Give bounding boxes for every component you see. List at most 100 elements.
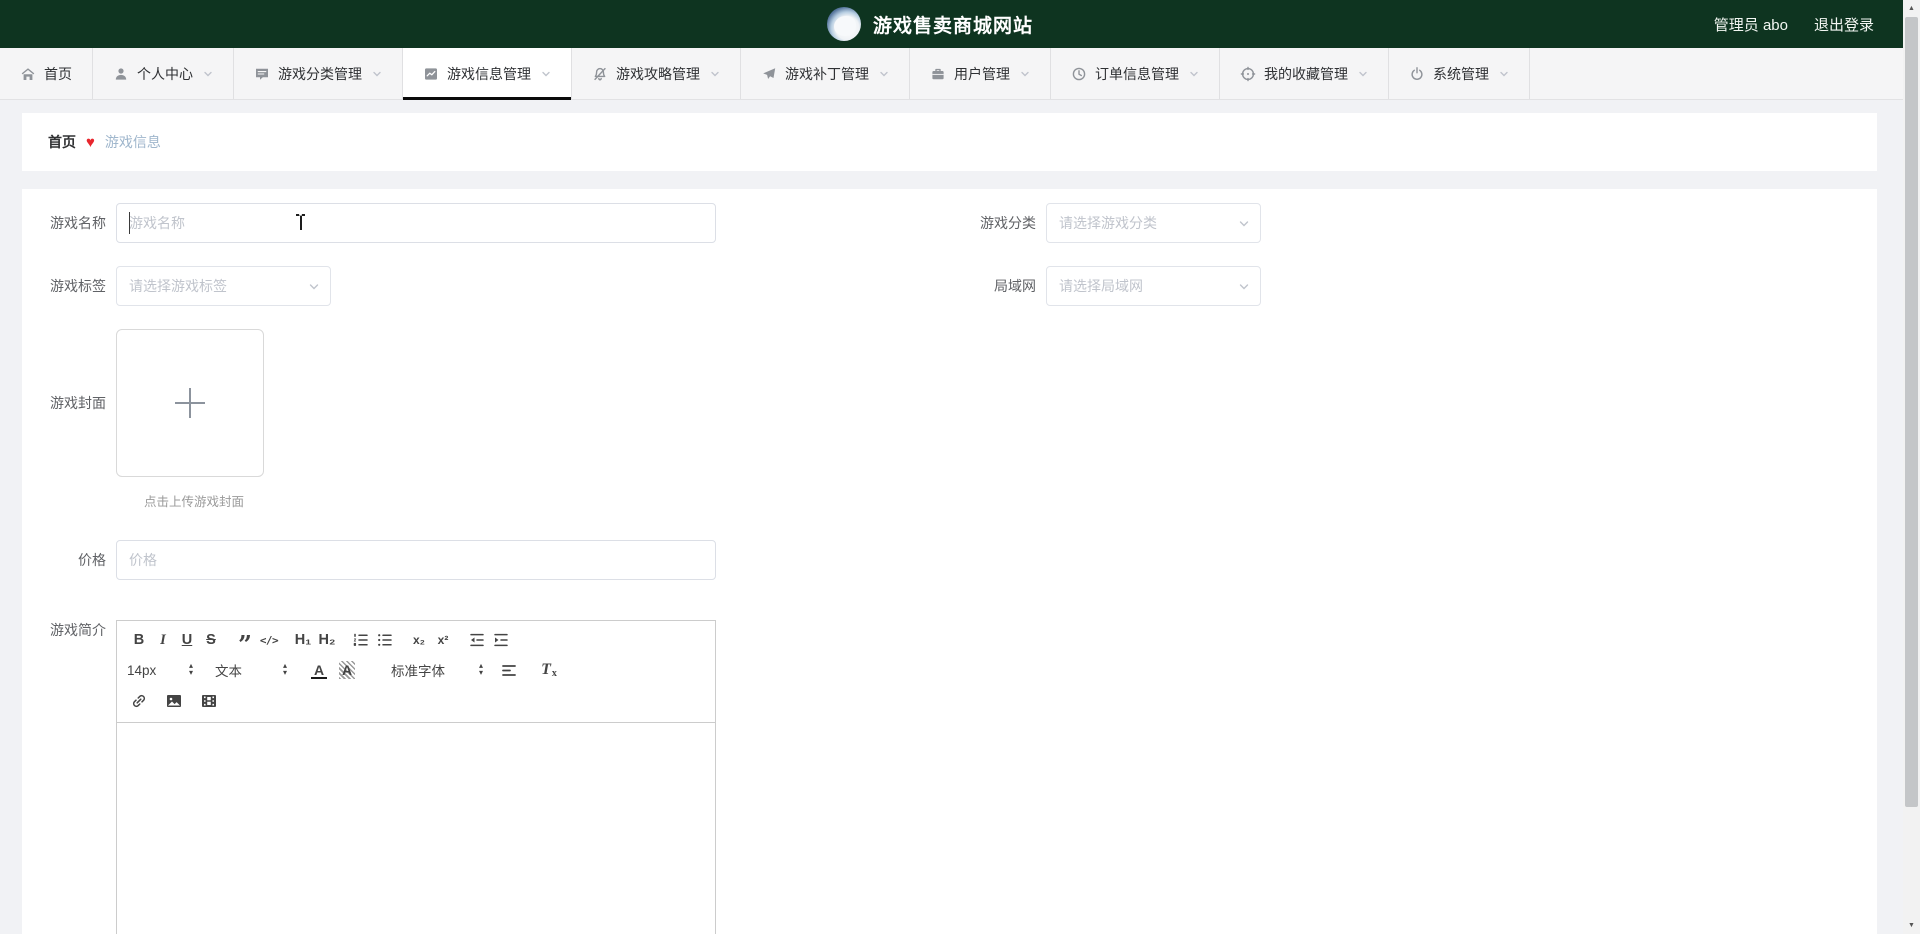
text-caret — [129, 212, 130, 234]
nav-tab-game-patch[interactable]: 游戏补丁管理 — [741, 48, 910, 99]
home-icon — [20, 66, 36, 82]
strikethrough-button[interactable]: S — [199, 628, 223, 652]
underline-button[interactable]: U — [175, 628, 199, 652]
link-icon[interactable] — [127, 689, 151, 713]
bold-button[interactable]: B — [127, 628, 151, 652]
font-size-value: 14px — [127, 662, 157, 678]
chart-icon — [423, 66, 439, 82]
nav-tab-order-info[interactable]: 订单信息管理 — [1051, 48, 1220, 99]
clock-icon — [1071, 66, 1087, 82]
font-family-picker[interactable]: 标准字体 ▴ ▾ — [391, 658, 483, 682]
nav-tab-label: 我的收藏管理 — [1264, 65, 1348, 82]
lan-select[interactable]: 请选择局域网 — [1046, 266, 1261, 306]
scrollbar-thumb[interactable] — [1905, 17, 1918, 807]
game-info-form: 游戏名称 游戏分类 请选择游戏分类 游戏标签 请选择游戏标签 局域网 — [22, 189, 1877, 934]
video-icon[interactable] — [197, 689, 221, 713]
chevron-down-icon — [541, 69, 551, 79]
chevron-down-icon — [372, 69, 382, 79]
chevron-down-icon — [1238, 217, 1250, 229]
font-family-value: 标准字体 — [391, 664, 445, 679]
vertical-scrollbar[interactable]: ▲ ▼ — [1903, 0, 1920, 934]
breadcrumb-current: 游戏信息 — [104, 134, 161, 150]
game-category-select[interactable]: 请选择游戏分类 — [1046, 203, 1261, 243]
chevron-down-icon — [308, 280, 320, 292]
chevron-down-icon — [710, 69, 720, 79]
admin-user-label: 管理员 abo — [1713, 16, 1788, 34]
nav-tab-label: 个人中心 — [137, 65, 193, 82]
chevron-down-icon — [1358, 69, 1368, 79]
game-tag-placeholder: 请选择游戏标签 — [129, 278, 227, 294]
target-icon — [1240, 66, 1256, 82]
nav-tab-favorites[interactable]: 我的收藏管理 — [1220, 48, 1389, 99]
header-1-button[interactable]: H₁ — [291, 628, 315, 652]
breadcrumb-home[interactable]: 首页 — [48, 132, 76, 152]
italic-button[interactable]: I — [151, 628, 175, 652]
text-type-value: 文本 — [215, 664, 242, 679]
breadcrumb: 首页 ♥ 游戏信息 — [22, 113, 1877, 171]
chevron-down-icon — [1499, 69, 1509, 79]
game-tag-label: 游戏标签 — [50, 278, 106, 294]
image-icon[interactable] — [162, 689, 186, 713]
text-color-button[interactable]: A — [307, 658, 331, 682]
bell-off-icon — [592, 66, 608, 82]
nav-tab-label: 游戏攻略管理 — [616, 65, 700, 82]
scroll-down-icon[interactable]: ▼ — [1903, 917, 1920, 934]
nav-tab-label: 游戏补丁管理 — [785, 65, 869, 82]
rich-text-editor: B I U S ” </> H₁ H₂ x₂ x² 14px ▴ ▾ 文本 ▴ … — [116, 620, 716, 934]
price-input[interactable] — [116, 540, 716, 580]
nav-tab-profile[interactable]: 个人中心 — [93, 48, 234, 99]
clear-format-button[interactable]: T x — [537, 658, 561, 682]
indent-icon[interactable] — [489, 628, 513, 652]
nav-tab-label: 游戏分类管理 — [278, 65, 362, 82]
nav-tab-label: 用户管理 — [954, 65, 1010, 82]
lan-label: 局域网 — [994, 278, 1036, 294]
user-icon — [113, 66, 129, 82]
header-2-button[interactable]: H₂ — [315, 628, 339, 652]
app-title: 游戏售卖商城网站 — [872, 15, 1033, 37]
nav-tab-game-category[interactable]: 游戏分类管理 — [234, 48, 403, 99]
subscript-button[interactable]: x₂ — [407, 628, 431, 652]
game-tag-select[interactable]: 请选择游戏标签 — [116, 266, 331, 306]
game-name-input[interactable] — [116, 203, 716, 243]
nav-tab-label: 系统管理 — [1433, 65, 1489, 82]
background-color-glyph: A — [338, 661, 356, 679]
nav-tab-system[interactable]: 系统管理 — [1389, 48, 1530, 99]
chevron-down-icon — [879, 69, 889, 79]
scroll-up-icon[interactable]: ▲ — [1903, 0, 1920, 17]
briefcase-icon — [930, 66, 946, 82]
price-label: 价格 — [78, 552, 106, 568]
logout-link[interactable]: 退出登录 — [1814, 14, 1874, 35]
code-block-button[interactable]: </> — [257, 628, 281, 652]
heart-separator-icon: ♥ — [86, 133, 95, 151]
chevron-down-icon — [1020, 69, 1030, 79]
app-header: 游戏售卖商城网站 管理员 abo 退出登录 — [0, 0, 1920, 48]
superscript-button[interactable]: x² — [431, 628, 455, 652]
plus-icon — [175, 388, 205, 418]
cover-upload-box[interactable] — [116, 329, 264, 477]
ordered-list-icon[interactable] — [349, 628, 373, 652]
brand: 游戏售卖商城网站 — [0, 7, 1860, 41]
blockquote-button[interactable]: ” — [233, 628, 257, 657]
align-icon[interactable] — [497, 658, 521, 682]
lan-placeholder: 请选择局域网 — [1059, 278, 1143, 294]
nav-tab-game-guide[interactable]: 游戏攻略管理 — [572, 48, 741, 99]
stepper-icon: ▴ ▾ — [282, 661, 287, 677]
bullet-list-icon[interactable] — [373, 628, 397, 652]
nav-tab-label: 首页 — [44, 65, 72, 82]
text-type-picker[interactable]: 文本 ▴ ▾ — [215, 658, 287, 682]
nav-tab-game-info[interactable]: 游戏信息管理 — [403, 48, 572, 100]
nav-tab-user-mgmt[interactable]: 用户管理 — [910, 48, 1051, 99]
editor-content[interactable] — [117, 723, 715, 934]
cover-upload-hint: 点击上传游戏封面 — [144, 495, 245, 509]
outdent-icon[interactable] — [465, 628, 489, 652]
stepper-icon: ▴ ▾ — [188, 661, 193, 677]
stepper-icon: ▴ ▾ — [478, 661, 483, 677]
text-color-glyph: A — [313, 662, 325, 678]
clear-format-x: x — [551, 667, 557, 679]
font-size-picker[interactable]: 14px ▴ ▾ — [127, 658, 193, 682]
game-intro-label: 游戏简介 — [50, 622, 106, 638]
background-color-button[interactable]: A — [335, 658, 359, 682]
comment-icon — [254, 66, 270, 82]
nav-tab-home[interactable]: 首页 — [0, 48, 93, 99]
nav-tab-label: 订单信息管理 — [1095, 65, 1179, 82]
